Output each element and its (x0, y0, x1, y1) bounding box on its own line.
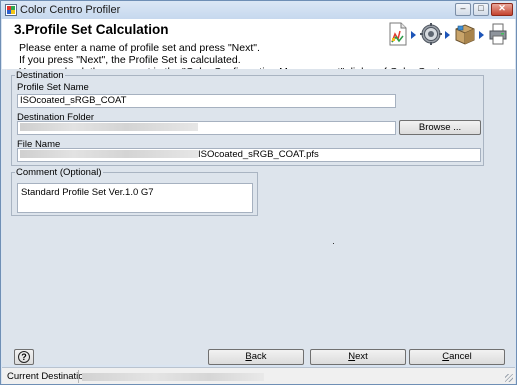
close-icon: ✕ (498, 3, 506, 13)
wizard-header: 3.Profile Set Calculation Please enter a… (2, 19, 515, 71)
cancel-button[interactable]: Cancel (409, 349, 505, 365)
comment-group-label: Comment (Optional) (15, 167, 103, 178)
step-arrow-icon (445, 31, 450, 39)
app-icon (5, 4, 17, 16)
destination-folder-input[interactable] (17, 121, 396, 135)
window-title: Color Centro Profiler (20, 4, 121, 16)
instruction-line-2: If you press "Next", the Profile Set is … (19, 54, 241, 66)
file-name-value: ISOcoated_sRGB_COAT.pfs (198, 149, 319, 160)
profile-set-name-label: Profile Set Name (17, 82, 89, 93)
next-button[interactable]: Next (310, 349, 406, 365)
comment-input[interactable]: Standard Profile Set Ver.1.0 G7 (17, 183, 253, 213)
printer-icon (489, 23, 507, 45)
document-chart-icon (389, 22, 407, 46)
gear-icon (420, 23, 442, 45)
back-button[interactable]: Back (208, 349, 304, 365)
maximize-button[interactable]: □ (473, 3, 489, 16)
resize-grip-icon[interactable] (505, 374, 513, 382)
wizard-steps (388, 22, 510, 46)
maximize-icon: □ (478, 3, 484, 13)
help-icon: ? (18, 351, 30, 363)
page-title: 3.Profile Set Calculation (14, 22, 169, 37)
browse-button[interactable]: Browse ... (399, 120, 481, 135)
help-button[interactable]: ? (14, 349, 34, 365)
redacted-path (20, 123, 198, 132)
cancel-label: ancel (449, 351, 472, 362)
destination-group-label: Destination (15, 70, 65, 81)
next-label: ext (355, 351, 368, 362)
minimize-button[interactable]: – (455, 3, 471, 16)
back-label: ack (251, 351, 267, 362)
step-arrow-icon (479, 31, 484, 39)
file-name-field: ISOcoated_sRGB_COAT.pfs (17, 148, 481, 162)
comment-group: Comment (Optional) Standard Profile Set … (11, 167, 258, 216)
app-window: Color Centro Profiler – □ ✕ 3.Profile Se… (0, 0, 517, 385)
step-arrow-icon (411, 31, 416, 39)
close-button[interactable]: ✕ (491, 3, 513, 16)
status-divider (78, 370, 79, 383)
status-bar: Current Destination (2, 367, 515, 384)
current-destination-label: Current Destination (7, 371, 89, 382)
title-bar[interactable]: Color Centro Profiler – □ ✕ (1, 1, 516, 19)
box-icon (455, 24, 475, 45)
main-content: Destination Profile Set Name ISOcoated_s… (2, 69, 515, 365)
redacted-path (20, 150, 198, 159)
stray-pixel (333, 243, 334, 244)
profile-set-name-input[interactable]: ISOcoated_sRGB_COAT (17, 94, 396, 108)
minimize-icon: – (460, 3, 466, 13)
redacted-path (82, 373, 264, 381)
destination-group: Destination Profile Set Name ISOcoated_s… (11, 70, 484, 166)
instruction-line-1: Please enter a name of profile set and p… (19, 42, 260, 54)
